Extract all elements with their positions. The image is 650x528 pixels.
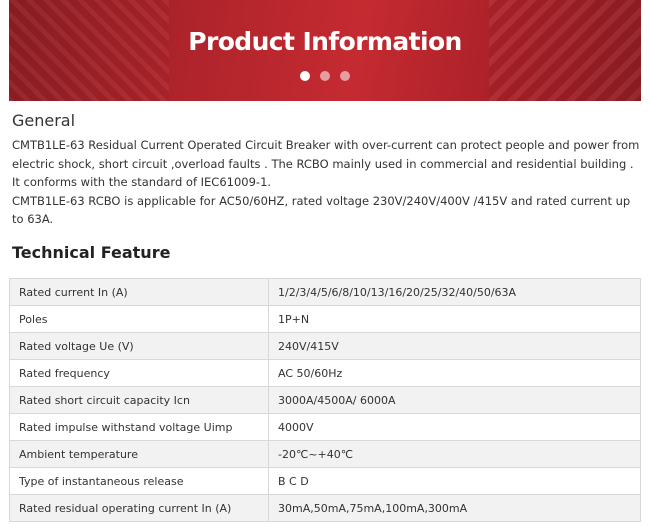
table-row: Rated voltage Ue (V) 240V/415V: [9, 332, 641, 360]
general-heading: General: [12, 111, 76, 130]
spec-value: 30mA,50mA,75mA,100mA,300mA: [268, 494, 641, 522]
spec-label: Type of instantaneous release: [9, 467, 269, 495]
general-paragraph-1: CMTB1LE-63 Residual Current Operated Cir…: [12, 138, 640, 171]
general-paragraph-2: It conforms with the standard of IEC6100…: [12, 175, 272, 189]
spec-value: 4000V: [268, 413, 641, 441]
spec-label: Ambient temperature: [9, 440, 269, 468]
table-row: Poles 1P+N: [9, 305, 641, 333]
table-row: Rated impulse withstand voltage Uimp 400…: [9, 413, 641, 441]
spec-label: Rated residual operating current In (A): [9, 494, 269, 522]
table-row: Ambient temperature -20℃~+40℃: [9, 440, 641, 468]
spec-label: Rated impulse withstand voltage Uimp: [9, 413, 269, 441]
spec-value: -20℃~+40℃: [268, 440, 641, 468]
carousel-dots: [9, 71, 641, 81]
table-row: Rated residual operating current In (A) …: [9, 494, 641, 522]
banner-title: Product Information: [188, 27, 462, 56]
technical-feature-table: Rated current In (A) 1/2/3/4/5/6/8/10/13…: [9, 278, 641, 522]
general-paragraph-3: CMTB1LE-63 RCBO is applicable for AC50/6…: [12, 193, 631, 227]
product-banner: Product Information: [9, 0, 641, 101]
spec-value: B C D: [268, 467, 641, 495]
general-section: General CMTB1LE-63 Residual Current Oper…: [12, 111, 642, 229]
spec-label: Rated current In (A): [9, 278, 269, 306]
table-row: Type of instantaneous release B C D: [9, 467, 641, 495]
spec-label: Rated short circuit capacity Icn: [9, 386, 269, 414]
carousel-dot-3[interactable]: [340, 71, 350, 81]
carousel-dot-2[interactable]: [320, 71, 330, 81]
table-row: Rated current In (A) 1/2/3/4/5/6/8/10/13…: [9, 278, 641, 306]
spec-value: 1/2/3/4/5/6/8/10/13/16/20/25/32/40/50/63…: [268, 278, 641, 306]
spec-label: Rated voltage Ue (V): [9, 332, 269, 360]
technical-feature-heading: Technical Feature: [12, 243, 171, 262]
table-row: Rated frequency AC 50/60Hz: [9, 359, 641, 387]
spec-value: 1P+N: [268, 305, 641, 333]
spec-value: 3000A/4500A/ 6000A: [268, 386, 641, 414]
spec-label: Rated frequency: [9, 359, 269, 387]
spec-label: Poles: [9, 305, 269, 333]
spec-value: AC 50/60Hz: [268, 359, 641, 387]
spec-value: 240V/415V: [268, 332, 641, 360]
carousel-dot-1[interactable]: [300, 71, 310, 81]
table-row: Rated short circuit capacity Icn 3000A/4…: [9, 386, 641, 414]
